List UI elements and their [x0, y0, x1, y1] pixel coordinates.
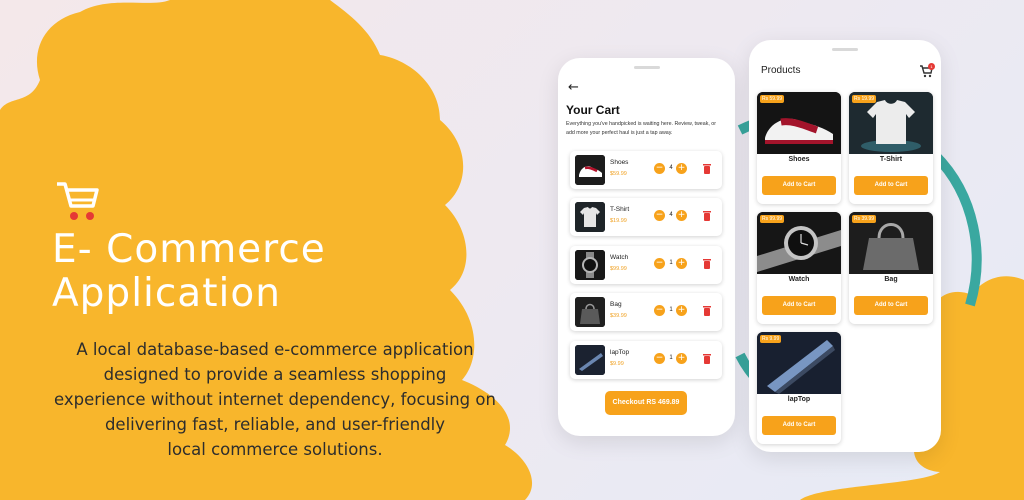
product-card: Rs 59.99 Shoes Add to Cart	[757, 92, 841, 204]
add-to-cart-button[interactable]: Add to Cart	[854, 296, 928, 315]
headline-line-1: E- Commerce	[52, 227, 326, 272]
cart-item: T-Shirt $19.99 − 4 +	[570, 198, 722, 236]
product-name: T-Shirt	[879, 156, 903, 163]
trash-icon[interactable]	[702, 353, 712, 365]
products-title: Products	[761, 65, 801, 76]
add-to-cart-button[interactable]: Add to Cart	[762, 416, 836, 435]
item-price: $99.99	[610, 266, 627, 272]
increase-qty-button[interactable]: +	[676, 353, 687, 364]
shoes-thumbnail	[575, 155, 605, 185]
description-line: local commerce solutions.	[167, 440, 383, 459]
item-qty: 1	[669, 260, 673, 266]
bag-thumbnail	[575, 297, 605, 327]
decrease-qty-button[interactable]: −	[654, 305, 665, 316]
price-tag: Rs 99.99	[760, 215, 785, 223]
price-tag: Rs 39.99	[852, 215, 877, 223]
item-name: T-Shirt	[610, 206, 630, 213]
price-tag: Rs 59.99	[760, 95, 785, 103]
arrow-left-icon[interactable]: ←	[568, 80, 579, 95]
item-price: $59.99	[610, 171, 627, 177]
item-price: $9.99	[610, 361, 624, 367]
add-to-cart-button[interactable]: Add to Cart	[762, 296, 836, 315]
cart-item: Watch $99.99 − 1 +	[570, 246, 722, 284]
cart-item: Shoes $59.99 − 4 +	[570, 151, 722, 189]
item-price: $39.99	[610, 313, 627, 319]
price-tag: Rs 19.99	[852, 95, 877, 103]
product-name: Bag	[884, 276, 898, 283]
promo-description: A local database-based e-commerce applic…	[30, 337, 520, 462]
item-name: Watch	[610, 254, 629, 261]
phone-notch	[832, 48, 858, 51]
cart-phone: ← Your Cart Everything you've handpicked…	[558, 58, 735, 436]
shopping-cart-icon	[57, 182, 99, 220]
phone-notch	[633, 66, 660, 69]
item-name: Shoes	[610, 159, 629, 166]
item-qty: 4	[669, 212, 673, 218]
add-to-cart-button[interactable]: Add to Cart	[854, 176, 928, 195]
product-card: Rs 9.99 lapTop Add to Cart	[757, 332, 841, 444]
product-card: Rs 39.99 Bag Add to Cart	[849, 212, 933, 324]
description-line: experience without internet dependency, …	[54, 390, 496, 409]
price-tag: Rs 9.99	[760, 335, 782, 343]
promo-headline: E- Commerce Application	[52, 228, 326, 316]
decrease-qty-button[interactable]: −	[654, 258, 665, 269]
decrease-qty-button[interactable]: −	[654, 353, 665, 364]
cart-title: Your Cart	[566, 103, 620, 117]
increase-qty-button[interactable]: +	[676, 305, 687, 316]
increase-qty-button[interactable]: +	[676, 258, 687, 269]
product-name: Shoes	[788, 156, 810, 163]
item-name: lapTop	[610, 349, 630, 356]
item-qty: 1	[669, 355, 673, 361]
description-line: delivering fast, reliable, and user-frie…	[104, 415, 446, 434]
add-to-cart-button[interactable]: Add to Cart	[762, 176, 836, 195]
cart-subtitle: Everything you've handpicked is waiting …	[566, 121, 716, 136]
laptop-thumbnail	[575, 345, 605, 375]
trash-icon[interactable]	[702, 163, 712, 175]
trash-icon[interactable]	[702, 210, 712, 222]
decrease-qty-button[interactable]: −	[654, 210, 665, 221]
item-price: $19.99	[610, 218, 627, 224]
products-phone: Products 1 Rs 59.99 Shoes Add to Cart Rs…	[749, 40, 941, 452]
product-card: Rs 99.99 Watch Add to Cart	[757, 212, 841, 324]
cart-count-badge: 1	[928, 63, 935, 70]
item-qty: 4	[669, 165, 673, 171]
product-card: Rs 19.99 T-Shirt Add to Cart	[849, 92, 933, 204]
checkout-button[interactable]: Checkout RS 469.89	[605, 391, 687, 415]
headline-line-2: Application	[52, 271, 281, 316]
trash-icon[interactable]	[702, 305, 712, 317]
trash-icon[interactable]	[702, 258, 712, 270]
item-qty: 1	[669, 307, 673, 313]
tshirt-thumbnail	[575, 202, 605, 232]
watch-thumbnail	[575, 250, 605, 280]
product-name: Watch	[788, 276, 810, 283]
cart-item: lapTop $9.99 − 1 +	[570, 341, 722, 379]
description-line: designed to provide a seamless shopping	[103, 365, 447, 384]
increase-qty-button[interactable]: +	[676, 210, 687, 221]
decrease-qty-button[interactable]: −	[654, 163, 665, 174]
increase-qty-button[interactable]: +	[676, 163, 687, 174]
item-name: Bag	[610, 301, 622, 308]
description-line: A local database-based e-commerce applic…	[76, 340, 474, 359]
product-name: lapTop	[787, 396, 811, 403]
cart-item: Bag $39.99 − 1 +	[570, 293, 722, 331]
